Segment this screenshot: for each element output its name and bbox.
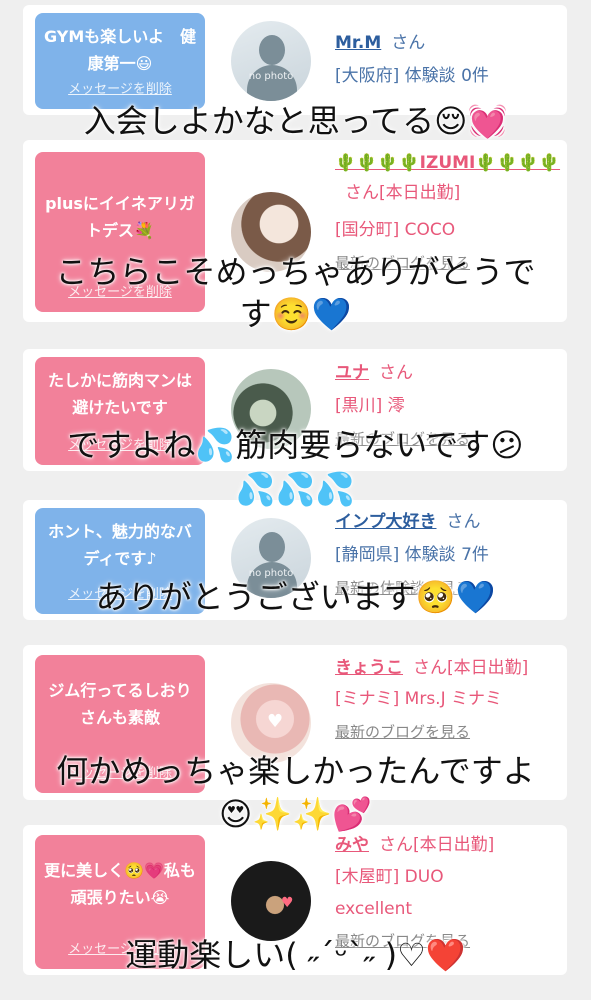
message-text: たしかに筋肉マンは避けたいです [47,371,192,417]
user-name-link[interactable]: Mr.M [335,33,381,53]
caption-overlay: ありがとうございます🥺💙 [95,578,496,616]
message-text: plusにイイネアリガトデス💐 [45,194,195,240]
user-meta: [ミナミ] Mrs.J ミナミ [335,689,503,709]
avatar[interactable] [231,683,311,763]
user-meta: [黒川] 澪 [335,396,405,416]
user-name-link[interactable]: 🌵🌵🌵🌵IZUMI🌵🌵🌵🌵 [335,153,560,173]
message-card: GYMも楽しいよ 健康第一😃 メッセージを削除 no photo Mr.M さん … [23,5,567,115]
name-suffix: さん [446,512,481,532]
name-suffix: さん[本日出勤] [345,183,461,203]
message-text: ジム行ってるしおりさんも素敵 [48,681,192,727]
caption-overlay: ですよね💦筋肉要らないです😕 [67,426,524,464]
user-meta: [大阪府] 体験談 0件 [335,66,489,86]
message-bubble: GYMも楽しいよ 健康第一😃 メッセージを削除 [35,13,205,109]
user-name-link[interactable]: きょうこ [335,658,403,678]
caption-overlay: 何かめっちゃ楽しかったんですよ [56,752,535,790]
no-photo-label: no photo [248,71,294,82]
name-suffix: さん[本日出勤] [413,658,529,678]
message-text: GYMも楽しいよ 健康第一😃 [44,27,196,73]
name-suffix: さん [379,363,413,383]
user-meta: [静岡県] 体験談 7件 [335,545,489,565]
user-meta: excellent [335,899,413,919]
caption-overlay: 運動楽しい( ˶ˊᵕˋ˶ )♡❤️ [125,936,466,974]
caption-overlay: 😍✨✨💕 [219,795,372,833]
message-text: 更に美しく🥺💗私も頑張りたい😭 [44,861,196,907]
caption-overlay: こちらこそめっちゃありがとうで [55,253,536,291]
user-name-link[interactable]: みや [335,835,369,855]
latest-blog-link[interactable]: 最新のブログを見る [335,716,565,749]
caption-overlay: 💦💦💦 [235,470,356,508]
delete-message-link[interactable]: メッセージを削除 [35,76,205,103]
avatar[interactable]: no photo [231,21,311,101]
user-meta: [国分町] COCO [335,220,456,240]
avatar[interactable] [231,861,311,941]
name-suffix: さん[本日出勤] [379,835,495,855]
caption-overlay: 入会しよかなと思ってる😌💓 [83,102,508,140]
message-text: ホント、魅力的なバディです♪ [48,522,192,568]
user-name-link[interactable]: インプ大好き [335,512,437,532]
user-meta: [木屋町] DUO [335,867,444,887]
name-suffix: さん [391,33,426,53]
user-name-link[interactable]: ユナ [335,363,369,383]
caption-overlay: す☺️💙 [239,295,352,333]
